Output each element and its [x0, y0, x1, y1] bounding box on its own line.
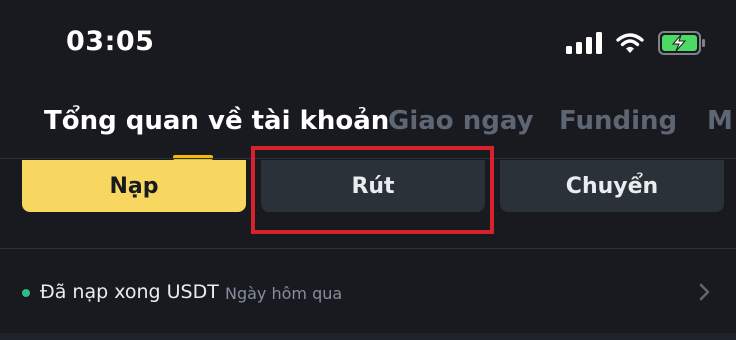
signal-icon: [566, 32, 602, 54]
status-bar: 03:05: [0, 0, 736, 90]
bottom-strip: [0, 333, 736, 340]
status-dot: [22, 289, 30, 297]
transfer-button[interactable]: Chuyển: [500, 160, 724, 212]
section-divider: [0, 248, 736, 249]
notice-text: Đã nạp xong USDT: [40, 281, 219, 303]
status-icons: [566, 30, 706, 56]
tab-more[interactable]: M: [707, 106, 733, 136]
tab-account-overview[interactable]: Tổng quan về tài khoản: [44, 106, 389, 136]
wifi-icon: [616, 33, 644, 53]
tab-spot[interactable]: Giao ngay: [388, 106, 534, 136]
withdraw-highlight-box: [251, 146, 494, 234]
notice-time: Ngày hôm qua: [225, 284, 343, 303]
deposit-button[interactable]: Nạp: [22, 160, 246, 212]
status-time: 03:05: [66, 26, 155, 57]
chevron-right-icon: [699, 283, 710, 301]
tab-funding[interactable]: Funding: [559, 106, 677, 136]
battery-charging-icon: [658, 31, 705, 55]
deposit-notice-row[interactable]: Đã nạp xong USDT Ngày hôm qua: [0, 270, 736, 316]
